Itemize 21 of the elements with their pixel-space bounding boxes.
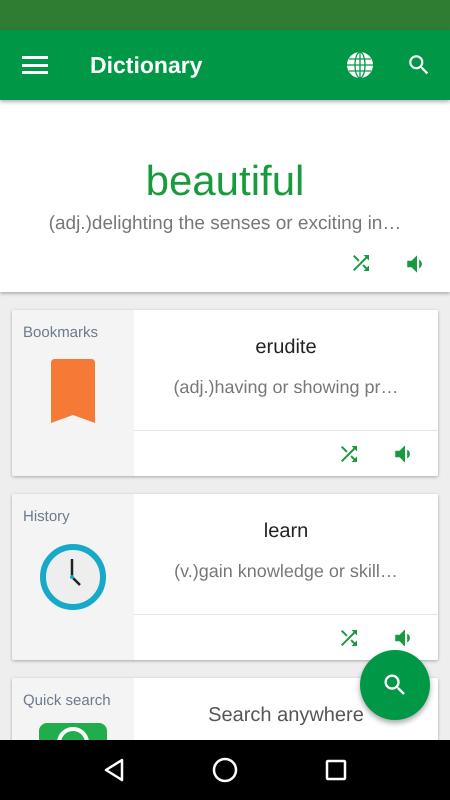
clock-icon — [39, 542, 107, 610]
app-title: Dictionary — [90, 50, 202, 80]
back-icon[interactable] — [103, 758, 126, 782]
globe-icon[interactable] — [346, 51, 374, 79]
card-body[interactable]: erudite (adj.)having or showing pr… — [134, 310, 438, 476]
card-label: Quick search — [23, 691, 112, 711]
quick-search-panel[interactable]: Search anywhere — [134, 678, 438, 740]
featured-definition: (adj.)delighting the senses or exciting in… — [48, 212, 402, 236]
card-definition: (adj.)having or showing pr… — [173, 376, 399, 399]
card-label: Bookmarks — [23, 323, 100, 343]
card-definition: (v.)gain knowledge or skill… — [174, 560, 398, 583]
recents-icon[interactable] — [324, 759, 347, 781]
home-icon[interactable] — [212, 757, 238, 783]
featured-word[interactable]: beautiful — [146, 158, 304, 204]
card-label: History — [23, 507, 71, 527]
menu-icon[interactable] — [22, 53, 48, 77]
bookmark-icon — [51, 358, 95, 422]
card-word[interactable]: learn — [264, 516, 308, 546]
search-prompt: Search anywhere — [208, 703, 364, 728]
card-word[interactable]: erudite — [255, 332, 317, 362]
card-body[interactable]: learn (v.)gain knowledge or skill… — [134, 494, 438, 660]
